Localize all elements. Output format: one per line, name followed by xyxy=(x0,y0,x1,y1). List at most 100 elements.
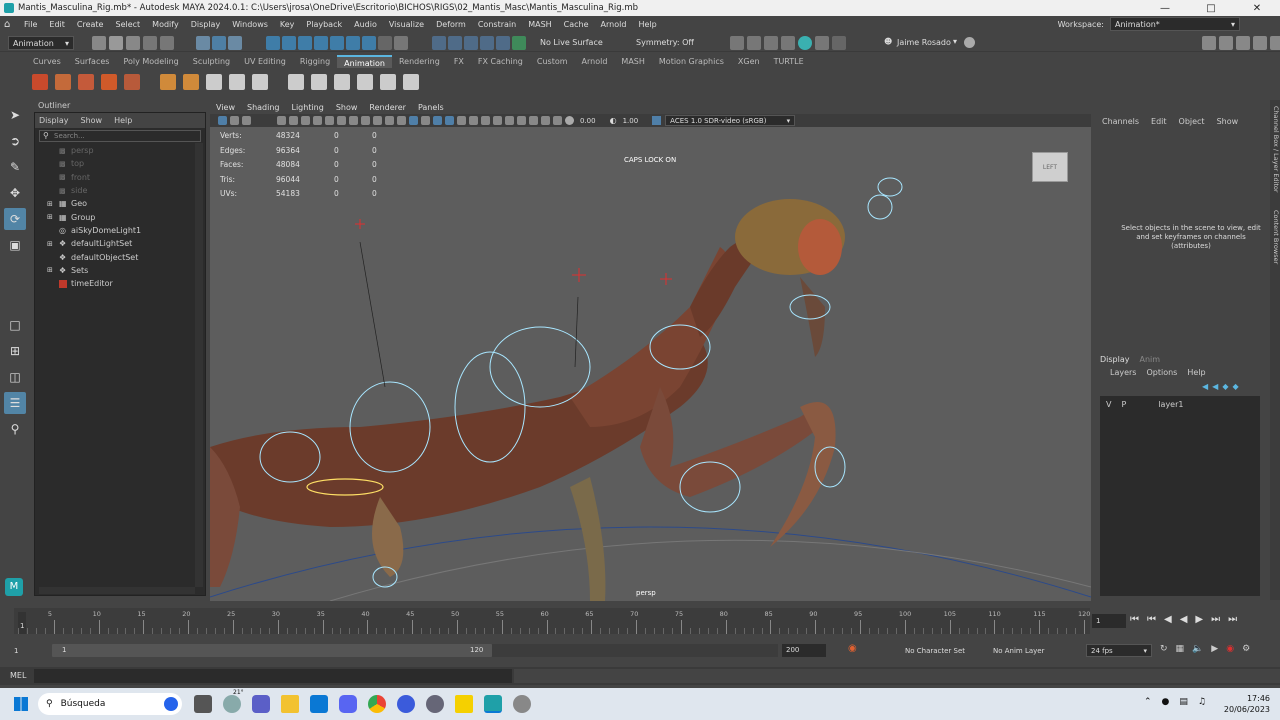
expand-icon[interactable]: ⊞ xyxy=(47,200,59,208)
two-d-pan-icon[interactable] xyxy=(289,116,298,125)
auto-key-icon[interactable]: ◉ xyxy=(848,643,857,654)
channelbox-menu-edit[interactable]: Edit xyxy=(1151,117,1167,126)
mask-icon-1[interactable] xyxy=(266,36,280,50)
mask-icon-7[interactable] xyxy=(362,36,376,50)
lights-icon[interactable] xyxy=(445,116,454,125)
menu-display[interactable]: Display xyxy=(185,20,227,29)
arnold-render-icon[interactable] xyxy=(815,36,829,50)
grid-icon[interactable] xyxy=(313,116,322,125)
undo-icon[interactable] xyxy=(143,36,157,50)
outliner-item-top[interactable]: ▩ top xyxy=(47,157,205,170)
app-icon[interactable] xyxy=(397,695,415,713)
chevron-up-icon[interactable]: ⌃ xyxy=(1144,697,1152,707)
snap-point-icon[interactable] xyxy=(448,36,462,50)
snap-curve-icon[interactable] xyxy=(432,36,446,50)
rotate-tool-icon[interactable]: ⟳ xyxy=(4,208,26,230)
gamma-value[interactable]: 1.00 xyxy=(623,117,639,125)
locator-marker[interactable] xyxy=(660,273,672,285)
channel-box-icon[interactable] xyxy=(1253,36,1267,50)
view-cube[interactable]: LEFT xyxy=(1032,152,1068,182)
menu-file[interactable]: File xyxy=(18,20,43,29)
isolate-select-icon[interactable] xyxy=(517,116,526,125)
make-live-icon[interactable] xyxy=(512,36,526,50)
shelf-tab-custom[interactable]: Custom xyxy=(530,55,575,68)
outliner-menu-show[interactable]: Show xyxy=(81,116,103,125)
locator-marker[interactable] xyxy=(355,219,365,229)
side-tab-content-browser[interactable]: Content Browser xyxy=(1270,210,1280,264)
shelf-tab-rendering[interactable]: Rendering xyxy=(392,55,447,68)
save-scene-icon[interactable] xyxy=(126,36,140,50)
help-globe-icon[interactable] xyxy=(964,37,975,48)
safe-title-icon[interactable] xyxy=(385,116,394,125)
time-slider[interactable]: 1 5 10 15 20 25 30 35 40 45 50 55 60 65 70 75 80 85 90 95 1… xyxy=(0,604,1280,636)
motion-blur-icon[interactable] xyxy=(481,116,490,125)
pause-icon[interactable] xyxy=(832,36,846,50)
snap-view-icon[interactable] xyxy=(464,36,478,50)
image-plane-icon[interactable] xyxy=(277,116,286,125)
mask-icon-3[interactable] xyxy=(298,36,312,50)
wireframe-icon[interactable] xyxy=(397,116,406,125)
render-settings-icon[interactable] xyxy=(781,36,795,50)
paint-select-icon[interactable]: ✎ xyxy=(4,156,26,178)
expand-icon[interactable]: ⊞ xyxy=(47,213,59,221)
xray-components-icon[interactable] xyxy=(553,116,562,125)
play-back-icon[interactable]: ◀ xyxy=(1180,614,1188,625)
home-icon[interactable]: ⌂ xyxy=(4,19,18,30)
network-icon[interactable]: ▤ xyxy=(1179,697,1188,707)
tool-settings-icon[interactable] xyxy=(1236,36,1250,50)
menuset-dropdown[interactable]: Animation ▾ xyxy=(8,36,74,50)
wire-icon[interactable] xyxy=(357,74,373,90)
viewport-menu-renderer[interactable]: Renderer xyxy=(363,103,412,112)
field-chart-icon[interactable] xyxy=(361,116,370,125)
new-layer-selected-icon[interactable]: ◆ xyxy=(1232,382,1238,391)
loop-icon[interactable]: ↻ xyxy=(1160,644,1168,654)
menu-visualize[interactable]: Visualize xyxy=(383,20,430,29)
parent-constraint-icon[interactable] xyxy=(206,74,222,90)
joint-tool-icon[interactable] xyxy=(160,74,176,90)
shelf-tab-animation[interactable]: Animation xyxy=(337,55,392,68)
viewport-menu-lighting[interactable]: Lighting xyxy=(285,103,329,112)
expand-icon[interactable]: ⊞ xyxy=(47,240,59,248)
current-frame-field[interactable]: 1 xyxy=(1092,614,1126,628)
ik-handle-icon[interactable] xyxy=(183,74,199,90)
layer-name[interactable]: layer1 xyxy=(1158,400,1183,409)
taskbar-search[interactable]: ⚲ Búsqueda xyxy=(38,693,182,715)
layer-menu-options[interactable]: Options xyxy=(1146,368,1177,377)
shelf-tab-xgen[interactable]: XGen xyxy=(731,55,767,68)
sculpt-deformer-icon[interactable] xyxy=(380,74,396,90)
redo-icon[interactable] xyxy=(160,36,174,50)
step-back-key-icon[interactable]: ⏮ xyxy=(1147,614,1156,625)
menu-windows[interactable]: Windows xyxy=(226,20,274,29)
new-scene-icon[interactable] xyxy=(92,36,106,50)
xray-icon[interactable] xyxy=(529,116,538,125)
outliner-item-skydome[interactable]: ◎ aiSkyDomeLight1 xyxy=(47,224,205,237)
user-name[interactable]: Jaime Rosado xyxy=(897,38,951,47)
symmetry-dropdown[interactable]: Symmetry: Off xyxy=(636,38,694,47)
menu-edit[interactable]: Edit xyxy=(43,20,71,29)
select-component-icon[interactable] xyxy=(228,36,242,50)
outliner-search[interactable]: ⚲ Search... xyxy=(39,130,201,142)
depth-of-field-icon[interactable] xyxy=(505,116,514,125)
shadows-icon[interactable] xyxy=(457,116,466,125)
shelf-tab-fx-caching[interactable]: FX Caching xyxy=(471,55,530,68)
channelbox-menu-object[interactable]: Object xyxy=(1179,117,1205,126)
character-set-dropdown[interactable]: No Character Set xyxy=(905,647,965,655)
play-forward-icon[interactable]: ▶ xyxy=(1195,614,1203,625)
layer-tab-anim[interactable]: Anim xyxy=(1140,355,1161,364)
shelf-tab-motion-graphics[interactable]: Motion Graphics xyxy=(652,55,731,68)
grease-pencil-icon[interactable] xyxy=(301,116,310,125)
step-forward-key-icon[interactable]: ⏭ xyxy=(1211,614,1220,625)
anti-aliasing-icon[interactable] xyxy=(493,116,502,125)
minimize-button[interactable]: — xyxy=(1142,3,1188,14)
new-layer-icon[interactable]: ◆ xyxy=(1222,382,1228,391)
wireframe-on-shaded-icon[interactable] xyxy=(421,116,430,125)
audio-icon[interactable]: 🔈 xyxy=(1192,644,1203,654)
shelf-tab-curves[interactable]: Curves xyxy=(26,55,68,68)
mel-label[interactable]: MEL xyxy=(10,671,26,680)
lasso-tool-icon[interactable]: ➲ xyxy=(4,130,26,152)
bake-icon[interactable] xyxy=(124,74,140,90)
gamma-icon[interactable]: ◐ xyxy=(610,116,617,125)
color-management-icon[interactable] xyxy=(652,116,662,125)
outliner-item-front[interactable]: ▩ front xyxy=(47,171,205,184)
textured-icon[interactable] xyxy=(433,116,442,125)
